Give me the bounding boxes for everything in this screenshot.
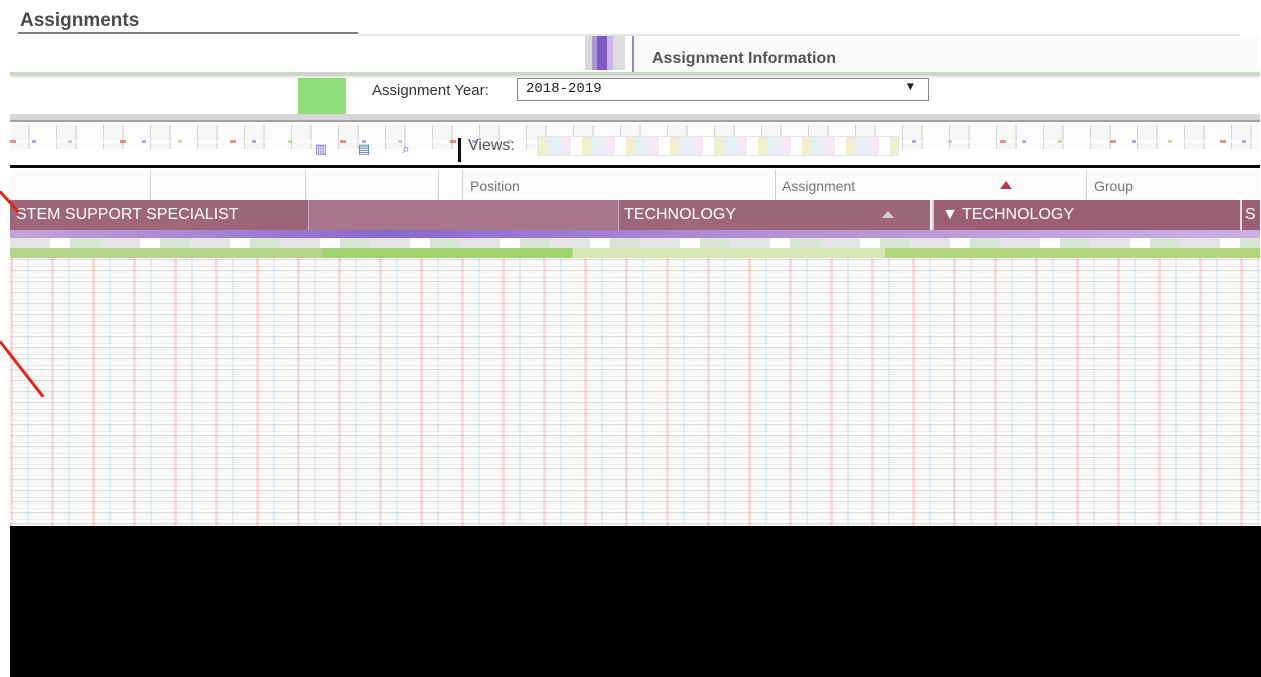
toolbar-separator [458,138,461,162]
scroll-band [10,238,1260,248]
dropdown-arrow-icon: ▼ [906,80,914,94]
sort-ascending-icon [1000,181,1012,189]
status-indicator [298,78,346,114]
column-header-group[interactable]: Group [1094,178,1133,194]
chart-icon[interactable]: ▥ [313,141,329,156]
filter-band-line [10,120,1260,122]
collapse-up-icon[interactable] [882,211,894,218]
print-icon[interactable]: ▤ [356,141,372,156]
row-divider [1240,200,1242,230]
table-row-cell[interactable] [308,200,618,230]
row-extra: S [1245,206,1256,223]
row-group-text: TECHNOLOGY [962,206,1075,223]
column-divider [462,170,463,200]
column-header-assignment[interactable]: Assignment [782,178,855,194]
empty-black-area [10,526,1261,677]
left-grid-header [10,170,440,200]
column-divider [438,170,439,200]
detail-band [10,248,1260,258]
selection-band [10,230,1260,238]
assignment-year-label: Assignment Year: [372,82,489,99]
column-header-position[interactable]: Position [470,178,520,194]
row-group: ▼ TECHNOLOGY [942,206,1075,223]
assignment-year-select[interactable]: 2018-2019 ▼ [517,78,929,101]
tab-label: Assignment Information [652,50,837,67]
row-assignment: STEM SUPPORT SPECIALIST [16,206,239,223]
corrupted-content-area [10,258,1260,526]
column-divider [305,170,306,200]
zoom-icon[interactable]: ⌕ [398,141,414,156]
title-underline [18,32,358,34]
right-grid-header [462,170,1260,200]
page-title: Assignments [20,10,140,31]
row-building: TECHNOLOGY [624,206,737,223]
toolbar-rule [10,165,1260,168]
tab-assignment-information[interactable]: Assignment Information [632,36,1259,72]
column-divider [150,170,151,200]
assignment-year-value: 2018-2019 [526,81,602,97]
tab-indicator [585,36,625,70]
app-window: Assignments Assignment Information Assig… [0,0,1261,677]
views-select[interactable] [537,136,899,156]
left-margin [0,0,10,677]
column-divider [775,170,776,200]
column-divider [1086,170,1087,200]
views-label: Views: [468,137,515,154]
